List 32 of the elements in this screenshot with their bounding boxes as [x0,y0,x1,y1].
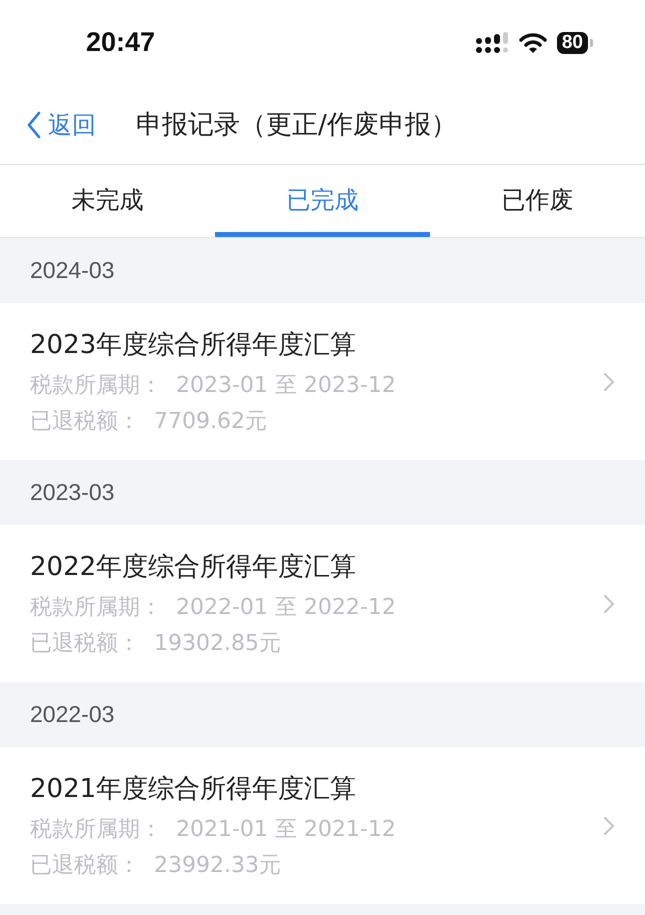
record-card[interactable]: 2022年度综合所得年度汇算 税款所属期： 2022-01 至 2022-12 已退税额： 19302.85元 [0,525,645,682]
page-title: 申报记录（更正/作废申报） [136,109,457,142]
record-title: 2022年度综合所得年度汇算 [30,551,358,584]
group-date: 2022-03 [30,701,114,728]
record-card[interactable]: 2023年度综合所得年度汇算 税款所属期： 2023-01 至 2023-12 已退税额： 7709.62元 [0,303,645,460]
detail-value: 2021-01 至 2021-12 [176,816,396,844]
detail-value: 23992.33元 [154,852,281,880]
tab[interactable]: 未完成 [0,165,215,237]
detail-value: 19302.85元 [154,630,281,658]
back-button[interactable]: 返回 [26,108,96,140]
chevron-right-icon [603,372,615,392]
detail-value: 7709.62元 [154,408,267,436]
detail-label: 已退税额： [30,408,140,436]
wifi-icon [518,32,547,54]
detail-value: 2022-01 至 2022-12 [176,594,396,622]
chevron-left-icon [26,110,42,138]
detail-label: 已退税额： [30,852,140,880]
record-title: 2021年度综合所得年度汇算 [30,773,358,806]
record-card[interactable]: 2021年度综合所得年度汇算 税款所属期： 2021-01 至 2021-12 已退税额： 23992.33元 [0,747,645,904]
chevron-right-icon [603,816,615,836]
detail-value: 2023-01 至 2023-12 [176,372,396,400]
detail-label: 税款所属期： [30,372,162,400]
record-title: 2023年度综合所得年度汇算 [30,329,358,362]
signal-icon [474,32,509,54]
group-date: 2024-03 [30,257,114,284]
chevron-right-icon [603,594,615,614]
tab[interactable]: 已作废 [430,165,645,237]
detail-label: 税款所属期： [30,594,162,622]
detail-label: 税款所属期： [30,816,162,844]
group-date: 2023-03 [30,479,114,506]
status-time: 20:47 [86,27,156,58]
detail-label: 已退税额： [30,630,140,658]
